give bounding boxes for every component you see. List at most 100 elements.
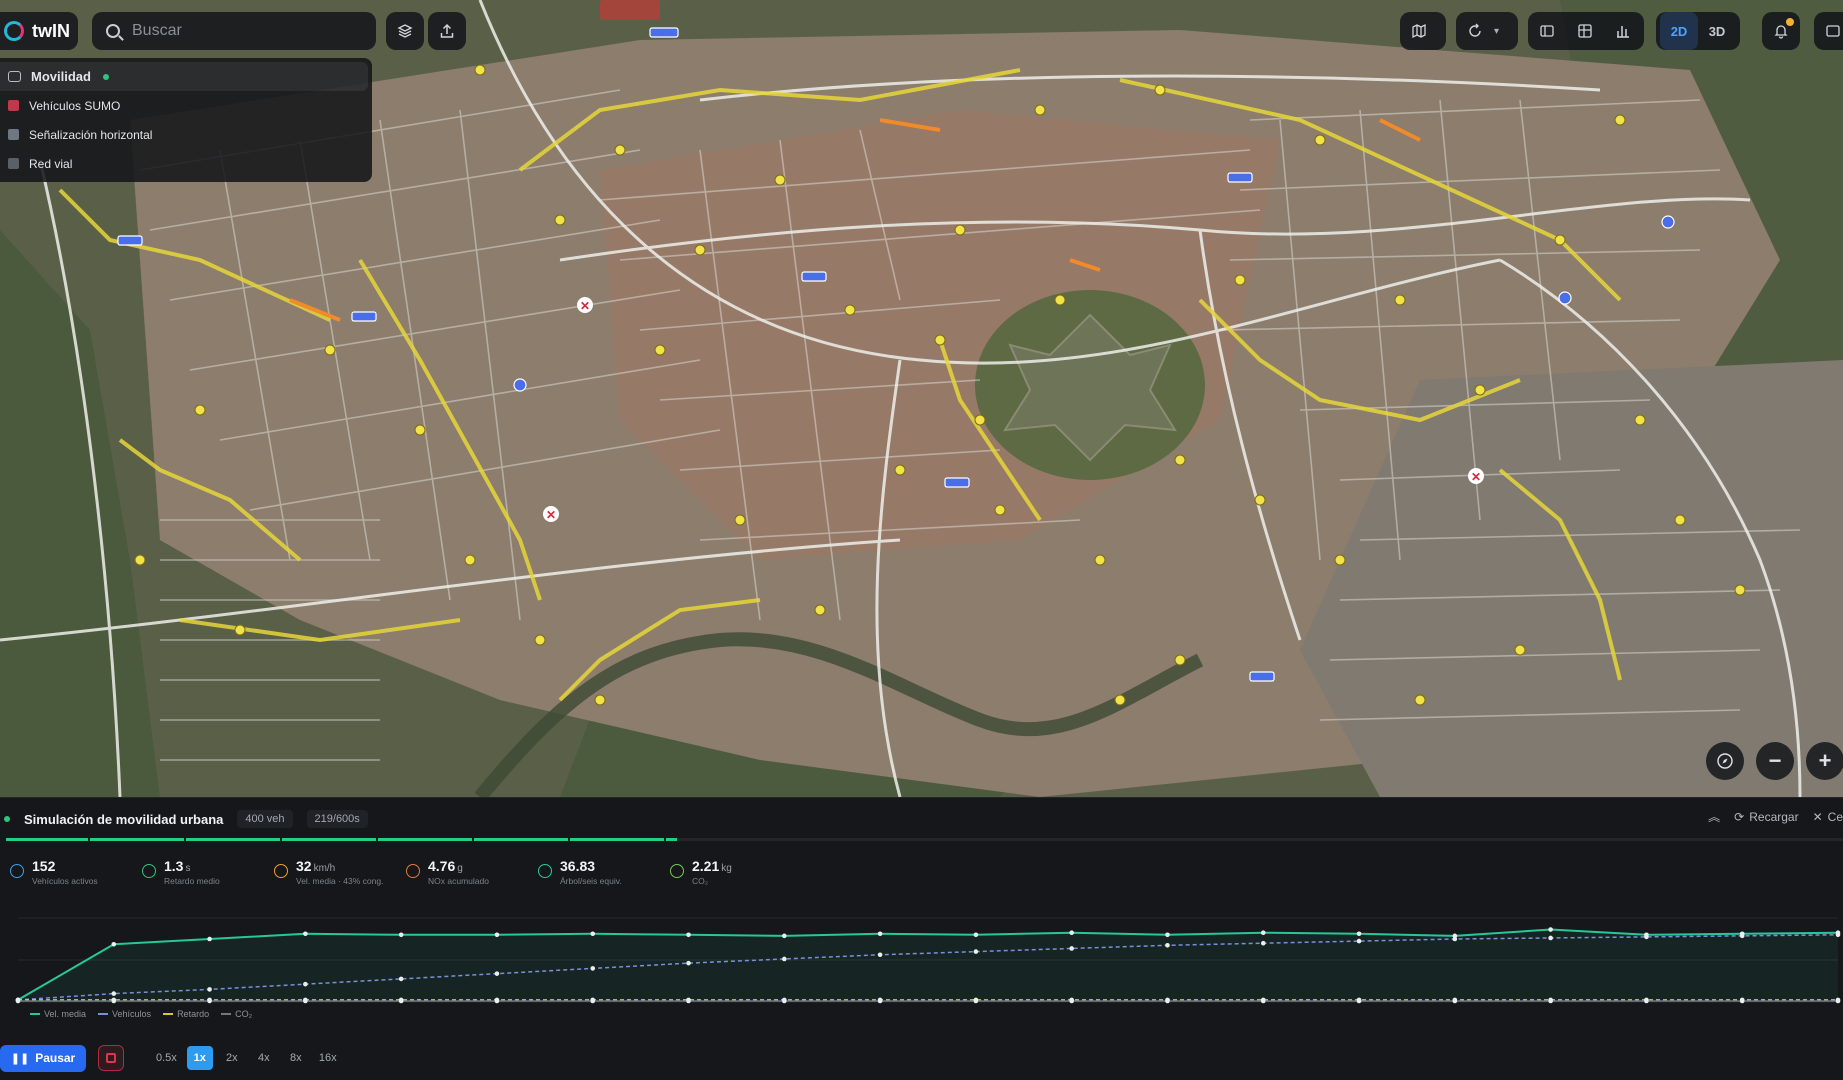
pause-icon: ❚❚ xyxy=(10,1052,30,1065)
time-pill: 219/600s xyxy=(306,810,368,828)
metric-label: Retardo medio xyxy=(164,876,220,886)
refresh-icon: ⟳ xyxy=(1734,809,1745,824)
metric-nox: 4.76 g NOx acumulado xyxy=(396,858,528,898)
legend-swatch xyxy=(98,1013,109,1015)
series-point xyxy=(1739,933,1745,939)
rotate-button[interactable] xyxy=(1456,12,1494,50)
series-point xyxy=(1548,998,1553,1004)
basemap-button[interactable] xyxy=(1400,12,1438,50)
series-point xyxy=(686,960,691,966)
notification-badge xyxy=(1786,18,1794,26)
legend-label: CO₂ xyxy=(235,1009,253,1019)
simulation-actions: ︽ ⟳ Recargar ✕ Ce xyxy=(1708,808,1843,825)
metric-co2: 2.21 kg CO₂ xyxy=(660,858,792,898)
series-point xyxy=(1356,931,1362,937)
map-view[interactable]: ✕ ✕ ✕ twIN Movilidad xyxy=(0,0,1843,797)
close-button[interactable]: ✕ Ce xyxy=(1813,810,1843,824)
split-view-button[interactable] xyxy=(1528,12,1566,50)
layer-movilidad[interactable]: Movilidad xyxy=(0,62,368,91)
series-point xyxy=(1069,946,1074,951)
legend-item: Retardo xyxy=(163,1009,209,1019)
layer-label: Red vial xyxy=(29,156,73,171)
panel-toggle-button[interactable] xyxy=(1814,12,1843,50)
series-point xyxy=(207,998,212,1004)
brand-logo[interactable]: twIN xyxy=(0,12,78,50)
layer-senalizacion-horizontal[interactable]: Señalización horizontal xyxy=(0,120,372,149)
series-point xyxy=(1069,930,1074,935)
series-point xyxy=(1452,998,1458,1004)
series-point xyxy=(494,998,500,1004)
rotate-group: ▾ xyxy=(1456,12,1518,50)
series-point xyxy=(782,998,787,1004)
metric-label: Vel. media · 43% cong. xyxy=(296,876,384,886)
search-box[interactable] xyxy=(92,12,376,50)
series-point xyxy=(686,998,691,1004)
mode-3d-button[interactable]: 3D xyxy=(1698,12,1736,50)
series-point xyxy=(1452,936,1458,942)
zoom-in-button[interactable]: + xyxy=(1806,742,1843,780)
layer-label: Movilidad xyxy=(31,69,91,84)
series-point xyxy=(686,932,691,938)
speed-option[interactable]: 16x xyxy=(315,1046,341,1070)
series-point xyxy=(1356,998,1362,1004)
stats-button[interactable] xyxy=(1604,12,1642,50)
series-point xyxy=(877,952,883,958)
compass-button[interactable] xyxy=(1706,742,1744,780)
chevron-down-icon[interactable]: ▾ xyxy=(1494,26,1499,37)
stop-button[interactable] xyxy=(98,1045,124,1071)
collapse-icon[interactable]: ︽ xyxy=(1708,808,1720,825)
vehicles-pill: 400 veh xyxy=(237,810,293,828)
simulation-header: Simulación de movilidad urbana 400 veh 2… xyxy=(0,798,1843,840)
series-point xyxy=(111,941,117,947)
series-point xyxy=(303,931,308,937)
layer-red-vial[interactable]: Red vial xyxy=(0,149,372,178)
series-point xyxy=(590,998,596,1004)
series-point xyxy=(1356,938,1362,944)
progress-divider xyxy=(88,838,90,841)
speed-option[interactable]: 8x xyxy=(283,1046,309,1070)
zoom-out-button[interactable]: − xyxy=(1756,742,1794,780)
live-indicator xyxy=(102,73,109,80)
rotate-icon xyxy=(1469,23,1481,37)
share-button[interactable] xyxy=(428,12,466,50)
speed-option[interactable]: 4x xyxy=(251,1046,277,1070)
speed-option[interactable]: 0.5x xyxy=(152,1046,181,1070)
series-point xyxy=(1260,998,1266,1004)
layer-vehiculos-sumo[interactable]: Vehículos SUMO xyxy=(0,91,372,120)
series-point xyxy=(494,932,500,938)
speed-option[interactable]: 2x xyxy=(219,1046,245,1070)
layer-swatch xyxy=(8,158,19,169)
basemap-group xyxy=(1400,12,1446,50)
legend-swatch xyxy=(221,1013,232,1015)
app-root: ✕ ✕ ✕ twIN Movilidad xyxy=(0,0,1843,1080)
series-point xyxy=(1739,998,1745,1004)
plus-icon: + xyxy=(1818,748,1832,773)
progress-divider xyxy=(664,838,666,841)
speed-selector: 0.5x 1x 2x 4x 8x 16x xyxy=(152,1046,341,1070)
upload-icon xyxy=(440,23,454,38)
simulation-title: Simulación de movilidad urbana xyxy=(24,811,224,827)
leaf-icon xyxy=(670,864,684,878)
simulation-panel: Simulación de movilidad urbana 400 veh 2… xyxy=(0,797,1843,1080)
notifications-button[interactable] xyxy=(1762,12,1800,50)
layers-button[interactable] xyxy=(386,12,424,50)
series-point xyxy=(1644,998,1649,1004)
reload-button[interactable]: ⟳ Recargar xyxy=(1734,810,1798,824)
metric-value: 152 xyxy=(32,858,56,874)
grid-view-button[interactable] xyxy=(1566,12,1604,50)
pause-button[interactable]: ❚❚ Pausar xyxy=(0,1044,86,1072)
mode-2d-button[interactable]: 2D xyxy=(1660,12,1698,50)
playback-controls: ❚❚ Pausar 0.5x 1x 2x 4x 8x 16x xyxy=(0,1042,341,1074)
view-tools-group xyxy=(1528,12,1644,50)
metric-value: 4.76 xyxy=(428,858,456,874)
series-point xyxy=(1835,998,1841,1004)
legend-label: Retardo xyxy=(177,1009,210,1019)
car-icon xyxy=(10,864,24,878)
layer-label: Vehículos SUMO xyxy=(29,98,121,113)
speed-option-active[interactable]: 1x xyxy=(186,1046,213,1070)
search-input[interactable] xyxy=(132,22,352,40)
view-mode-toggle: 2D 3D xyxy=(1656,12,1740,50)
series-point xyxy=(111,991,117,996)
legend-item: Vel. media xyxy=(30,1009,86,1019)
series-point xyxy=(1548,927,1553,932)
